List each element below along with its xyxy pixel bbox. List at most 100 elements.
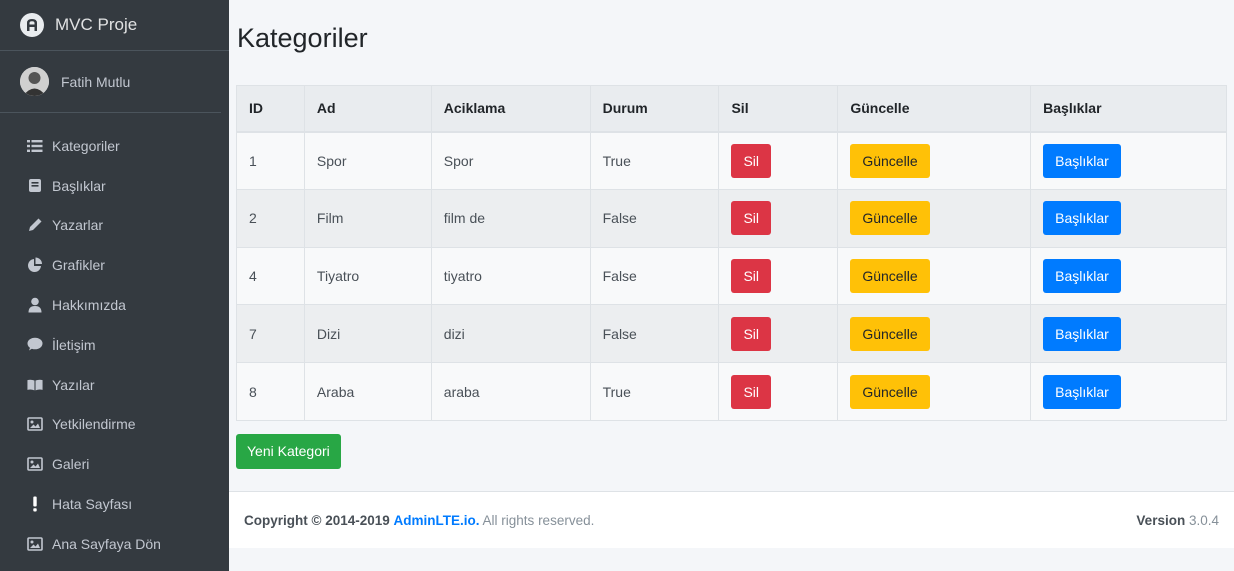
sidebar-item-label: Başlıklar	[52, 177, 106, 194]
cell-guncelle: Güncelle	[837, 188, 1032, 248]
sidebar-item-label: Grafikler	[52, 257, 105, 274]
brand-link[interactable]: MVC Proje	[0, 0, 229, 51]
cell-ad: Tiyatro	[303, 246, 432, 306]
update-button[interactable]: Güncelle	[850, 374, 930, 409]
cell-aciklama: film de	[430, 188, 591, 248]
cell-basliklar: Başlıklar	[1030, 304, 1227, 364]
image-icon	[27, 416, 43, 432]
copyright-text: Copyright © 2014-2019	[244, 512, 390, 528]
headings-button[interactable]: Başlıklar	[1043, 258, 1121, 293]
brand-logo-icon	[20, 13, 44, 37]
cell-basliklar: Başlıklar	[1030, 131, 1227, 190]
delete-button[interactable]: Sil	[731, 143, 772, 178]
adminlte-link[interactable]: AdminLTE.io.	[394, 513, 480, 528]
list-icon	[27, 138, 43, 154]
update-button[interactable]: Güncelle	[850, 201, 930, 236]
cell-guncelle: Güncelle	[837, 246, 1032, 306]
sidebar-item-hakkimizda[interactable]: Hakkımızda	[0, 285, 229, 325]
cell-sil: Sil	[718, 131, 839, 190]
user-icon	[27, 297, 43, 313]
copyright: Copyright © 2014-2019 AdminLTE.io. All r…	[244, 513, 594, 528]
table-row: 2 Film film de False Sil Güncelle Başlık…	[236, 188, 1227, 248]
new-category-button[interactable]: Yeni Kategori	[236, 434, 341, 469]
headings-button[interactable]: Başlıklar	[1043, 316, 1121, 351]
cell-durum: False	[589, 188, 720, 248]
sidebar-item-label: Kategoriler	[52, 137, 120, 154]
delete-button[interactable]: Sil	[731, 316, 772, 351]
version-info: Version 3.0.4	[1136, 513, 1219, 528]
rights-text: All rights reserved.	[482, 512, 595, 528]
sidebar-item-label: Hakkımızda	[52, 297, 126, 314]
delete-button[interactable]: Sil	[731, 201, 772, 236]
cell-sil: Sil	[718, 362, 839, 421]
cell-id: 8	[236, 362, 305, 421]
open-book-icon	[27, 377, 43, 393]
delete-button[interactable]: Sil	[731, 258, 772, 293]
update-button[interactable]: Güncelle	[850, 258, 930, 293]
delete-button[interactable]: Sil	[731, 374, 772, 409]
cell-basliklar: Başlıklar	[1030, 188, 1227, 248]
sidebar-item-ana-sayfaya-don[interactable]: Ana Sayfaya Dön	[0, 524, 229, 564]
sidebar-item-basliklar[interactable]: Başlıklar	[0, 166, 229, 206]
column-header-guncelle: Güncelle	[837, 85, 1032, 133]
pencil-icon	[27, 217, 43, 233]
cell-aciklama: araba	[430, 362, 591, 421]
sidebar-item-label: Ana Sayfaya Dön	[52, 535, 161, 552]
cell-id: 2	[236, 188, 305, 248]
column-header-ad: Ad	[303, 85, 432, 133]
categories-table: ID Ad Aciklama Durum Sil Güncelle Başlık…	[236, 85, 1227, 421]
update-button[interactable]: Güncelle	[850, 316, 930, 351]
sidebar-item-iletisim[interactable]: İletişim	[0, 325, 229, 365]
cell-aciklama: tiyatro	[430, 246, 591, 306]
cell-id: 4	[236, 246, 305, 306]
sidebar-item-label: Yetkilendirme	[52, 416, 136, 433]
cell-guncelle: Güncelle	[837, 304, 1032, 364]
sidebar-item-hata-sayfasi[interactable]: Hata Sayfası	[0, 484, 229, 524]
sidebar-item-label: İletişim	[52, 336, 96, 353]
version-value: 3.0.4	[1188, 512, 1219, 528]
sidebar-nav: Kategoriler Başlıklar Yazarlar Grafikler…	[0, 126, 229, 564]
cell-durum: True	[589, 362, 720, 421]
cell-sil: Sil	[718, 304, 839, 364]
version-label: Version	[1136, 512, 1186, 528]
main-footer: Copyright © 2014-2019 AdminLTE.io. All r…	[229, 491, 1234, 548]
cell-aciklama: Spor	[430, 131, 591, 190]
cell-ad: Dizi	[303, 304, 432, 364]
column-header-durum: Durum	[589, 85, 720, 133]
cell-guncelle: Güncelle	[837, 131, 1032, 190]
cell-sil: Sil	[718, 188, 839, 248]
sidebar-item-yazarlar[interactable]: Yazarlar	[0, 206, 229, 246]
sidebar-item-grafikler[interactable]: Grafikler	[0, 245, 229, 285]
headings-button[interactable]: Başlıklar	[1043, 143, 1121, 178]
cell-ad: Film	[303, 188, 432, 248]
cell-ad: Araba	[303, 362, 432, 421]
column-header-basliklar: Başlıklar	[1030, 85, 1227, 133]
image-icon	[27, 456, 43, 472]
page-title: Kategoriler	[237, 23, 368, 53]
table-row: 8 Araba araba True Sil Güncelle Başlıkla…	[236, 362, 1227, 421]
pie-chart-icon	[27, 257, 43, 273]
comment-icon	[27, 337, 43, 353]
cell-durum: True	[589, 131, 720, 190]
headings-button[interactable]: Başlıklar	[1043, 201, 1121, 236]
user-name: Fatih Mutlu	[61, 73, 131, 90]
cell-ad: Spor	[303, 131, 432, 190]
book-icon	[27, 178, 43, 194]
sidebar-item-label: Galeri	[52, 456, 90, 473]
image-icon	[27, 536, 43, 552]
table-row: 1 Spor Spor True Sil Güncelle Başlıklar	[236, 131, 1227, 190]
avatar	[20, 67, 49, 96]
sidebar-item-yazilar[interactable]: Yazılar	[0, 365, 229, 405]
cell-aciklama: dizi	[430, 304, 591, 364]
update-button[interactable]: Güncelle	[850, 143, 930, 178]
sidebar-item-galeri[interactable]: Galeri	[0, 444, 229, 484]
sidebar-item-label: Yazarlar	[52, 217, 104, 234]
cell-durum: False	[589, 304, 720, 364]
table-header-row: ID Ad Aciklama Durum Sil Güncelle Başlık…	[236, 85, 1227, 133]
cell-id: 1	[236, 131, 305, 190]
sidebar-item-yetkilendirme[interactable]: Yetkilendirme	[0, 405, 229, 445]
user-panel[interactable]: Fatih Mutlu	[0, 51, 221, 113]
cell-basliklar: Başlıklar	[1030, 362, 1227, 421]
sidebar-item-kategoriler[interactable]: Kategoriler	[0, 126, 229, 166]
headings-button[interactable]: Başlıklar	[1043, 374, 1121, 409]
